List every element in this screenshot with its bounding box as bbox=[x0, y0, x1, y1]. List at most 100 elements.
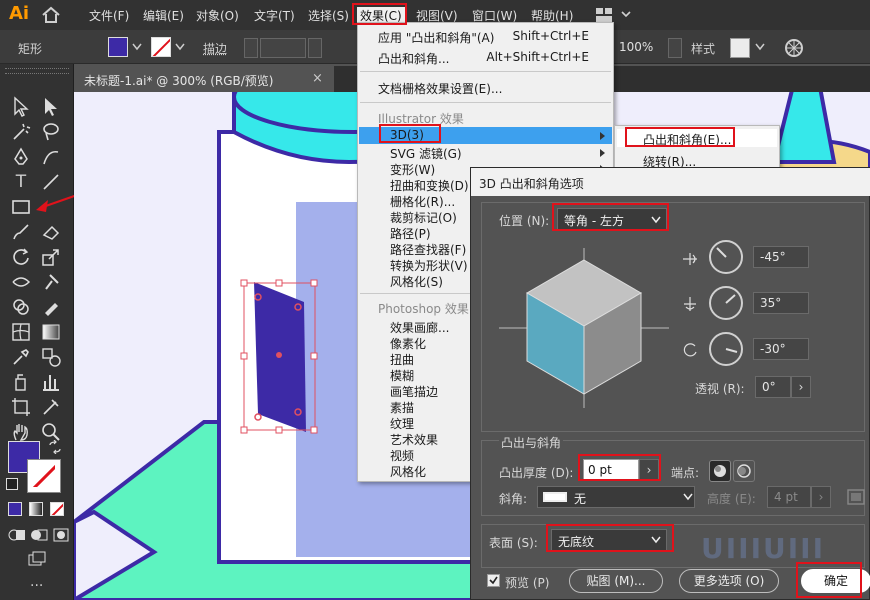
column-graph-icon[interactable] bbox=[40, 371, 62, 393]
perspective-slider-button[interactable]: › bbox=[791, 376, 811, 398]
more-tools-icon[interactable]: ··· bbox=[30, 578, 43, 594]
live-paint-icon[interactable] bbox=[40, 296, 62, 318]
stroke-swatch[interactable] bbox=[151, 37, 171, 57]
eraser-tool-icon[interactable] bbox=[40, 221, 62, 243]
blend-tool-icon[interactable] bbox=[40, 346, 62, 368]
stroke-label[interactable]: 描边 bbox=[203, 40, 227, 57]
menu-item-last-effect[interactable]: 凸出和斜角... bbox=[378, 50, 449, 67]
menu-item-video[interactable]: 视频 bbox=[390, 447, 414, 464]
slice-tool-icon[interactable] bbox=[40, 396, 62, 418]
menu-item-convert-to-shape[interactable]: 转换为形状(V) bbox=[390, 257, 468, 274]
none-mode-button[interactable] bbox=[50, 502, 64, 516]
selection-tool-icon[interactable] bbox=[10, 96, 32, 118]
preview-checkbox[interactable] bbox=[487, 574, 500, 587]
panel-grip[interactable] bbox=[5, 68, 69, 74]
menu-item-rasterize[interactable]: 栅格化(R)... bbox=[390, 193, 455, 210]
rotate-tool-icon[interactable] bbox=[10, 246, 32, 268]
more-options-button[interactable]: 更多选项 (O) bbox=[679, 569, 779, 593]
fill-swatch[interactable] bbox=[108, 37, 128, 57]
opacity-value[interactable]: 100% bbox=[619, 40, 653, 54]
style-swatch[interactable] bbox=[730, 38, 750, 58]
menu-item-blur[interactable]: 模糊 bbox=[390, 367, 414, 384]
cap-on-button[interactable] bbox=[709, 460, 731, 482]
menu-item-path[interactable]: 路径(P) bbox=[390, 225, 431, 242]
pen-tool-icon[interactable] bbox=[10, 146, 32, 168]
close-icon[interactable]: × bbox=[312, 71, 323, 86]
magic-wand-icon[interactable] bbox=[10, 121, 32, 143]
rotate-z-input[interactable]: -30° bbox=[753, 338, 809, 360]
rotate-y-input[interactable]: 35° bbox=[753, 292, 809, 314]
stroke-weight-dropdown[interactable] bbox=[308, 38, 322, 58]
eyedropper-icon[interactable] bbox=[10, 346, 32, 368]
menu-item-ps-stylize[interactable]: 风格化 bbox=[390, 463, 426, 480]
rotate-y-dial[interactable] bbox=[709, 286, 743, 320]
chevron-down-icon[interactable] bbox=[755, 43, 765, 51]
bevel-dropdown[interactable]: 无 bbox=[537, 486, 695, 508]
menu-item-apply-last-effect[interactable]: 应用 "凸出和斜角"(A) bbox=[378, 29, 494, 46]
document-tab[interactable]: 未标题-1.ai* @ 300% (RGB/预览) × bbox=[74, 66, 334, 92]
gradient-mode-button[interactable] bbox=[29, 502, 43, 516]
menu-type[interactable]: 文字(T) bbox=[254, 7, 295, 24]
menu-item-svg-filters[interactable]: SVG 滤镜(G) bbox=[390, 145, 462, 162]
swap-colors-icon[interactable] bbox=[48, 440, 62, 454]
recolor-artwork-icon[interactable] bbox=[784, 38, 804, 58]
rotate-z-dial[interactable] bbox=[709, 332, 743, 366]
map-art-button[interactable]: 贴图 (M)... bbox=[569, 569, 663, 593]
menu-item-stylize[interactable]: 风格化(S) bbox=[390, 273, 443, 290]
menu-item-ps-distort[interactable]: 扭曲 bbox=[390, 351, 414, 368]
direct-selection-tool-icon[interactable] bbox=[40, 96, 62, 118]
menu-item-raster-settings[interactable]: 文档栅格效果设置(E)... bbox=[378, 80, 502, 97]
gradient-tool-icon[interactable] bbox=[40, 321, 62, 343]
opacity-arrow[interactable] bbox=[668, 38, 682, 58]
mesh-tool-icon[interactable] bbox=[10, 321, 32, 343]
menu-file[interactable]: 文件(F) bbox=[89, 7, 129, 24]
width-tool-icon[interactable] bbox=[10, 271, 32, 293]
stroke-color-swatch[interactable] bbox=[27, 459, 61, 493]
lasso-icon[interactable] bbox=[40, 121, 62, 143]
rotate-x-input[interactable]: -45° bbox=[753, 246, 809, 268]
chevron-down-icon[interactable] bbox=[132, 43, 142, 51]
stroke-weight-input[interactable] bbox=[260, 38, 306, 58]
stroke-weight-stepper[interactable] bbox=[244, 38, 258, 58]
menu-item-pathfinder[interactable]: 路径查找器(F) bbox=[390, 241, 466, 258]
line-tool-icon[interactable] bbox=[40, 171, 62, 193]
menu-item-distort-transform[interactable]: 扭曲和变换(D) bbox=[390, 177, 469, 194]
height-slider-button[interactable]: › bbox=[811, 486, 831, 508]
menu-item-brush-strokes[interactable]: 画笔描边 bbox=[390, 383, 438, 400]
bevel-direction-icon[interactable] bbox=[845, 486, 867, 508]
cap-off-button[interactable] bbox=[733, 460, 755, 482]
shape-builder-icon[interactable] bbox=[10, 296, 32, 318]
menu-item-sketch[interactable]: 素描 bbox=[390, 399, 414, 416]
menu-item-crop-marks[interactable]: 裁剪标记(O) bbox=[390, 209, 457, 226]
rotate-x-dial[interactable] bbox=[709, 240, 743, 274]
rectangle-tool-icon[interactable] bbox=[10, 196, 32, 218]
perspective-input[interactable]: 0° bbox=[755, 376, 791, 398]
menu-item-warp[interactable]: 变形(W) bbox=[390, 161, 435, 178]
draw-behind-icon[interactable] bbox=[28, 524, 50, 546]
menu-item-texture[interactable]: 纹理 bbox=[390, 415, 414, 432]
chevron-down-icon[interactable] bbox=[175, 43, 185, 51]
puppet-warp-icon[interactable] bbox=[40, 271, 62, 293]
preview-label[interactable]: 预览 (P) bbox=[505, 574, 549, 591]
workspace-switcher-icon[interactable] bbox=[596, 8, 632, 22]
hand-tool-icon[interactable] bbox=[10, 421, 32, 443]
draw-inside-icon[interactable] bbox=[50, 524, 72, 546]
menu-edit[interactable]: 编辑(E) bbox=[143, 7, 184, 24]
curvature-tool-icon[interactable] bbox=[40, 146, 62, 168]
rotation-cube-preview[interactable] bbox=[499, 248, 669, 408]
default-colors-icon[interactable] bbox=[6, 478, 18, 490]
menu-item-effect-gallery[interactable]: 效果画廊... bbox=[390, 319, 449, 336]
type-tool-icon[interactable]: T bbox=[10, 171, 32, 193]
chevron-down-icon[interactable] bbox=[683, 493, 693, 501]
color-mode-button[interactable] bbox=[8, 502, 22, 516]
artboard-tool-icon[interactable] bbox=[10, 396, 32, 418]
screen-mode-icon[interactable] bbox=[26, 548, 48, 570]
menu-item-artistic[interactable]: 艺术效果 bbox=[390, 431, 438, 448]
menu-select[interactable]: 选择(S) bbox=[308, 7, 349, 24]
paintbrush-tool-icon[interactable] bbox=[10, 221, 32, 243]
symbol-sprayer-icon[interactable] bbox=[10, 371, 32, 393]
home-icon[interactable] bbox=[41, 6, 61, 24]
menu-item-pixelate[interactable]: 像素化 bbox=[390, 335, 426, 352]
menu-object[interactable]: 对象(O) bbox=[196, 7, 239, 24]
scale-tool-icon[interactable] bbox=[40, 246, 62, 268]
